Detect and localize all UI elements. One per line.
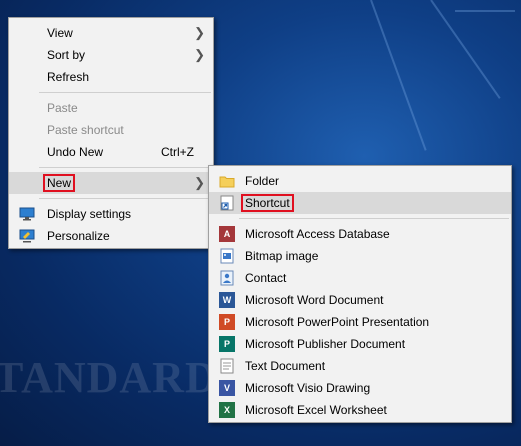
menu-item-label: Folder (245, 174, 280, 188)
powerpoint-icon: P (219, 314, 235, 330)
new-item-shortcut[interactable]: Shortcut (209, 192, 511, 214)
access-icon: A (219, 226, 235, 242)
menu-separator (239, 218, 509, 219)
menu-item-label: Paste shortcut (47, 123, 124, 137)
menu-item-new[interactable]: New ❯ (9, 172, 213, 194)
new-submenu: Folder Shortcut A Microsoft Access Datab… (208, 165, 512, 423)
excel-icon: X (219, 402, 235, 418)
new-item-bitmap-image[interactable]: Bitmap image (209, 245, 511, 267)
menu-item-label: Microsoft Access Database (245, 227, 390, 241)
menu-item-label: Undo New (47, 145, 104, 159)
menu-item-label: New (42, 174, 76, 192)
new-item-word-document[interactable]: W Microsoft Word Document (209, 289, 511, 311)
wallpaper-line (430, 0, 501, 99)
publisher-icon: P (219, 336, 235, 352)
contact-icon (219, 270, 235, 286)
menu-item-label: Microsoft Visio Drawing (245, 381, 371, 395)
menu-item-paste[interactable]: Paste (9, 97, 213, 119)
text-document-icon (219, 358, 235, 374)
menu-separator (39, 92, 211, 93)
menu-item-label: View (47, 26, 73, 40)
menu-item-view[interactable]: View ❯ (9, 22, 213, 44)
new-item-powerpoint-presentation[interactable]: P Microsoft PowerPoint Presentation (209, 311, 511, 333)
menu-item-label: Text Document (245, 359, 326, 373)
menu-item-personalize[interactable]: Personalize (9, 225, 213, 247)
new-item-folder[interactable]: Folder (209, 170, 511, 192)
menu-separator (39, 167, 211, 168)
new-item-contact[interactable]: Contact (209, 267, 511, 289)
menu-item-label: Microsoft Word Document (245, 293, 384, 307)
menu-item-refresh[interactable]: Refresh (9, 66, 213, 88)
wallpaper-line (370, 0, 427, 151)
menu-item-label: Shortcut (241, 194, 294, 212)
new-item-visio-drawing[interactable]: V Microsoft Visio Drawing (209, 377, 511, 399)
chevron-right-icon: ❯ (194, 47, 205, 62)
menu-item-label: Microsoft PowerPoint Presentation (245, 315, 430, 329)
keyboard-shortcut: Ctrl+Z (161, 145, 194, 159)
menu-item-label: Sort by (47, 48, 86, 62)
menu-item-label: Display settings (47, 207, 132, 221)
shortcut-icon (219, 195, 235, 211)
menu-item-label: Microsoft Excel Worksheet (245, 403, 387, 417)
menu-item-label: Microsoft Publisher Document (245, 337, 406, 351)
menu-item-display-settings[interactable]: Display settings (9, 203, 213, 225)
menu-item-label: Contact (245, 271, 287, 285)
folder-icon (219, 173, 235, 189)
menu-item-label: Bitmap image (245, 249, 319, 263)
menu-item-paste-shortcut[interactable]: Paste shortcut (9, 119, 213, 141)
menu-item-label: Personalize (47, 229, 110, 243)
menu-separator (39, 198, 211, 199)
menu-item-undo-new[interactable]: Undo New Ctrl+Z (9, 141, 213, 163)
new-item-publisher-document[interactable]: P Microsoft Publisher Document (209, 333, 511, 355)
chevron-right-icon: ❯ (194, 175, 205, 190)
new-item-text-document[interactable]: Text Document (209, 355, 511, 377)
menu-item-label: Paste (47, 101, 78, 115)
desktop-context-menu: View ❯ Sort by ❯ Refresh Paste Paste sho… (8, 17, 214, 249)
bitmap-icon (219, 248, 235, 264)
personalize-icon (19, 228, 35, 244)
visio-icon: V (219, 380, 235, 396)
display-settings-icon (19, 206, 35, 222)
menu-item-label: Refresh (47, 70, 90, 84)
wallpaper-line (455, 10, 515, 12)
menu-item-sort-by[interactable]: Sort by ❯ (9, 44, 213, 66)
new-item-access-database[interactable]: A Microsoft Access Database (209, 223, 511, 245)
chevron-right-icon: ❯ (194, 25, 205, 40)
new-item-excel-worksheet[interactable]: X Microsoft Excel Worksheet (209, 399, 511, 421)
word-icon: W (219, 292, 235, 308)
